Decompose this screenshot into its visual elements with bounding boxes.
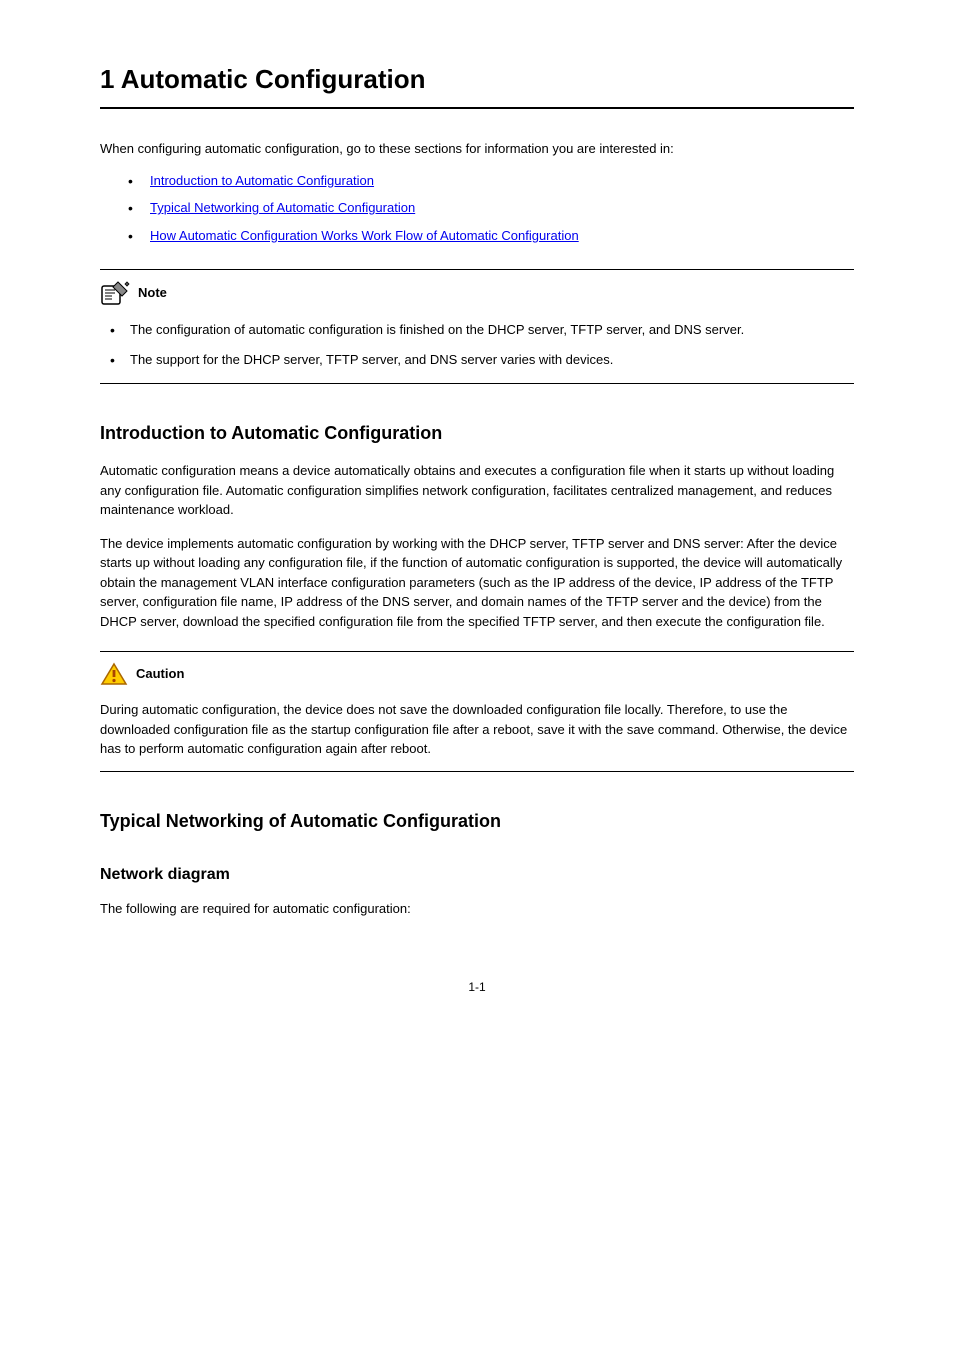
toc-item: Introduction to Automatic Configuration xyxy=(120,171,854,191)
note-list: The configuration of automatic configura… xyxy=(104,320,854,369)
intro-paragraph-1: Automatic configuration means a device a… xyxy=(100,461,854,520)
callout-rule-bottom xyxy=(100,383,854,384)
page-number: 1-1 xyxy=(100,978,854,996)
caution-body: During automatic configuration, the devi… xyxy=(100,700,854,759)
toc-link-intro[interactable]: Introduction to Automatic Configuration xyxy=(150,173,374,188)
note-label: Note xyxy=(138,283,167,303)
intro-paragraph-2: The device implements automatic configur… xyxy=(100,534,854,632)
title-rule xyxy=(100,107,854,109)
callout-rule-bottom xyxy=(100,771,854,772)
networking-paragraph-1: The following are required for automatic… xyxy=(100,899,854,919)
note-item: The configuration of automatic configura… xyxy=(104,320,854,340)
chapter-title: 1 Automatic Configuration xyxy=(100,60,854,99)
caution-icon xyxy=(100,662,128,686)
note-item: The support for the DHCP server, TFTP se… xyxy=(104,350,854,370)
toc-intro: When configuring automatic configuration… xyxy=(100,139,854,159)
note-callout: Note The configuration of automatic conf… xyxy=(100,269,854,384)
callout-rule-top xyxy=(100,651,854,652)
caution-callout: Caution During automatic configuration, … xyxy=(100,651,854,772)
caution-header: Caution xyxy=(100,662,854,686)
chapter-header: 1 Automatic Configuration xyxy=(100,60,854,109)
note-header: Note xyxy=(100,280,854,306)
toc-list: Introduction to Automatic Configuration … xyxy=(120,171,854,246)
section-title-intro: Introduction to Automatic Configuration xyxy=(100,420,854,447)
toc-link-networking[interactable]: Typical Networking of Automatic Configur… xyxy=(150,200,415,215)
toc-item: How Automatic Configuration Works Work F… xyxy=(120,226,854,246)
section-title-networking: Typical Networking of Automatic Configur… xyxy=(100,808,854,835)
subsection-title-network-diagram: Network diagram xyxy=(100,863,854,887)
callout-rule-top xyxy=(100,269,854,270)
note-icon xyxy=(100,280,130,306)
caution-label: Caution xyxy=(136,664,184,684)
toc-item: Typical Networking of Automatic Configur… xyxy=(120,198,854,218)
toc-link-workflow[interactable]: How Automatic Configuration Works Work F… xyxy=(150,228,579,243)
